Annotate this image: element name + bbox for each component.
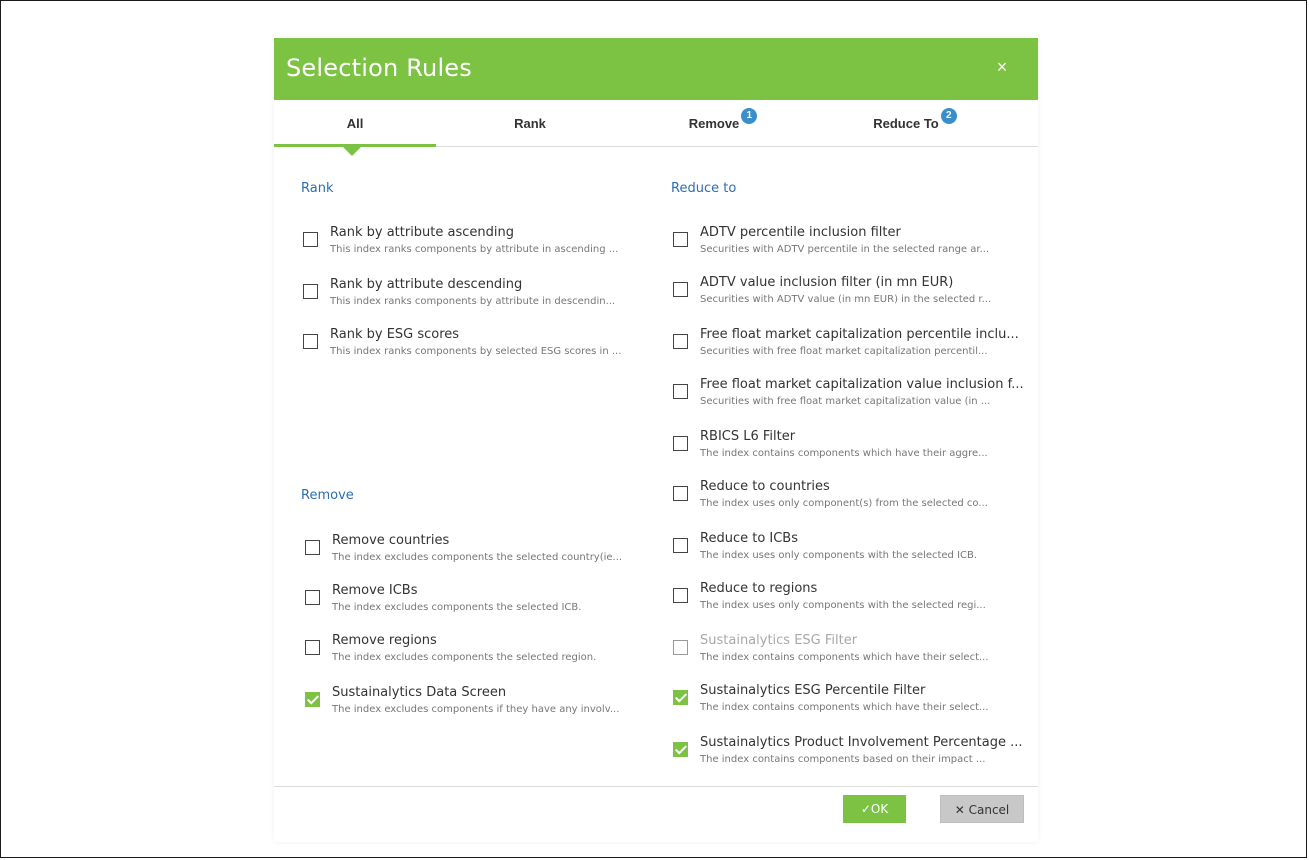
rule-description: The index uses only component(s) from th… [700,498,988,509]
selection-rules-dialog: Selection Rules × All Rank Remove1 Reduc… [274,38,1038,842]
checkbox[interactable] [303,334,318,349]
tab-all[interactable]: All [274,100,436,146]
rule-free-float-value[interactable]: Free float market capitalization value i… [673,376,1024,420]
checkbox[interactable] [303,232,318,247]
rule-sustainalytics-data-screen[interactable]: Sustainalytics Data Screen The index exc… [305,684,645,728]
rule-reduce-icbs[interactable]: Reduce to ICBs The index uses only compo… [673,530,1013,574]
rule-description: This index ranks components by selected … [330,346,622,357]
rule-name: Rank by attribute ascending [330,225,515,240]
checkbox[interactable] [673,436,688,451]
rule-description: Securities with free float market capita… [700,346,988,357]
checkbox[interactable] [305,540,320,555]
dialog-title: Selection Rules [286,54,472,82]
rule-description: The index contains components which have… [700,448,988,459]
footer-divider [274,786,1038,787]
rule-remove-countries[interactable]: Remove countries The index excludes comp… [305,532,645,576]
rule-description: The index contains components which have… [700,652,989,663]
rule-name: ADTV value inclusion filter (in mn EUR) [700,275,954,290]
tab-rank-label: Rank [514,116,546,131]
rule-remove-icbs[interactable]: Remove ICBs The index excludes component… [305,582,645,626]
rule-description: The index uses only components with the … [700,600,986,611]
checkbox[interactable] [673,384,688,399]
rule-name: Reduce to regions [700,581,818,596]
tab-remove[interactable]: Remove1 [642,100,804,146]
section-title-remove: Remove [301,488,354,503]
rule-description: The index excludes components the select… [332,602,582,613]
checkbox-disabled[interactable] [673,640,688,655]
rule-name: Remove ICBs [332,583,418,598]
tab-all-label: All [346,116,364,131]
checkbox[interactable] [305,640,320,655]
tab-bar: All Rank Remove1 Reduce To2 [274,100,1038,148]
rule-adtv-value[interactable]: ADTV value inclusion filter (in mn EUR) … [673,274,1013,318]
checkbox-checked[interactable] [673,690,688,705]
rule-description: Securities with ADTV percentile in the s… [700,244,990,255]
rule-description: The index excludes components the select… [332,552,623,563]
tab-reduce-to-label: Reduce To [873,116,939,131]
ok-button[interactable]: ✓OK [843,795,906,823]
checkbox[interactable] [673,588,688,603]
checkbox[interactable] [673,334,688,349]
rule-name: Remove regions [332,633,437,648]
rule-name: Sustainalytics Product Involvement Perce… [700,735,1023,750]
rule-description: Securities with ADTV value (in mn EUR) i… [700,294,992,305]
rule-description: The index excludes components if they ha… [332,704,620,715]
checkbox[interactable] [305,590,320,605]
rule-name: Free float market capitalization percent… [700,327,1019,342]
tab-reduce-to-badge: 2 [940,108,957,124]
active-tab-arrow-icon [343,147,361,156]
checkbox[interactable] [673,232,688,247]
rule-description: The index contains components which have… [700,702,989,713]
rule-rank-ascending[interactable]: Rank by attribute ascending This index r… [303,224,643,268]
section-title-reduce-to: Reduce to [671,181,737,196]
rule-description: The index uses only components with the … [700,550,978,561]
rule-description: Securities with free float market capita… [700,396,991,407]
rule-name: RBICS L6 Filter [700,429,796,444]
rule-name: ADTV percentile inclusion filter [700,225,901,240]
checkbox[interactable] [673,486,688,501]
rule-sustainalytics-esg-percentile[interactable]: Sustainalytics ESG Percentile Filter The… [673,682,1013,726]
rule-reduce-countries[interactable]: Reduce to countries The index uses only … [673,478,1013,522]
rule-adtv-percentile[interactable]: ADTV percentile inclusion filter Securit… [673,224,1013,268]
rule-sustainalytics-product-involvement[interactable]: Sustainalytics Product Involvement Perce… [673,734,1023,778]
rule-name: Reduce to countries [700,479,830,494]
rule-description: The index contains components based on t… [700,754,986,765]
rule-description: The index excludes components the select… [332,652,597,663]
rule-name: Sustainalytics ESG Filter [700,633,858,648]
checkbox[interactable] [673,538,688,553]
rule-name: Sustainalytics Data Screen [332,685,507,700]
rule-name: Sustainalytics ESG Percentile Filter [700,683,926,698]
rule-name: Rank by attribute descending [330,277,523,292]
close-icon[interactable]: × [992,57,1012,77]
rule-description: This index ranks components by attribute… [330,244,619,255]
cancel-button[interactable]: ✕ Cancel [940,795,1024,823]
rule-rbics-l6[interactable]: RBICS L6 Filter The index contains compo… [673,428,1013,472]
rule-name: Remove countries [332,533,450,548]
rule-free-float-percentile[interactable]: Free float market capitalization percent… [673,326,1019,370]
rule-description: This index ranks components by attribute… [330,296,616,307]
tab-remove-label: Remove [688,116,740,131]
rule-remove-regions[interactable]: Remove regions The index excludes compon… [305,632,645,676]
section-title-rank: Rank [301,181,334,196]
checkbox-checked[interactable] [305,692,320,707]
dialog-header: Selection Rules × [274,38,1038,100]
rule-name: Reduce to ICBs [700,531,799,546]
checkbox[interactable] [303,284,318,299]
rule-rank-descending[interactable]: Rank by attribute descending This index … [303,276,643,320]
rule-name: Rank by ESG scores [330,327,460,342]
rule-name: Free float market capitalization value i… [700,377,1024,392]
tab-remove-badge: 1 [741,108,758,124]
rule-reduce-regions[interactable]: Reduce to regions The index uses only co… [673,580,1013,624]
rule-rank-esg-scores[interactable]: Rank by ESG scores This index ranks comp… [303,326,643,370]
tab-reduce-to[interactable]: Reduce To2 [834,100,996,146]
checkbox-checked[interactable] [673,742,688,757]
rule-sustainalytics-esg-filter[interactable]: Sustainalytics ESG Filter The index cont… [673,632,1013,676]
checkbox[interactable] [673,282,688,297]
tab-rank[interactable]: Rank [449,100,611,146]
